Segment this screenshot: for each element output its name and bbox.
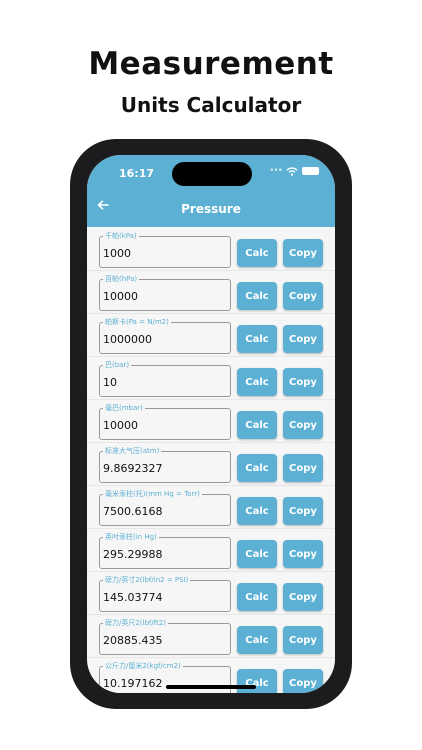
calc-button[interactable]: Calc: [237, 626, 277, 654]
unit-value: 145.03774: [103, 591, 163, 604]
unit-row-psi: 磅力/英寸2(lbf/in2 = PSI) 145.03774 Calc Cop…: [87, 571, 335, 615]
promo-title: Measurement: [88, 46, 334, 82]
copy-button[interactable]: Copy: [283, 368, 323, 396]
dynamic-island: [172, 162, 252, 186]
copy-button[interactable]: Copy: [283, 239, 323, 267]
calc-button[interactable]: Calc: [237, 540, 277, 568]
calc-button[interactable]: Calc: [237, 325, 277, 353]
unit-value: 1000000: [103, 333, 152, 346]
unit-label: 千帕(kPa): [103, 231, 139, 241]
copy-button[interactable]: Copy: [283, 669, 323, 693]
status-time: 16:17: [119, 167, 155, 180]
unit-row-inhg: 英吋汞柱(in Hg) 295.29988 Calc Copy: [87, 528, 335, 572]
unit-input[interactable]: 毫米汞柱(托)(mm Hg = Torr) 7500.6168: [99, 489, 231, 526]
unit-row-lbfft2: 磅力/英尺2(lbf/ft2) 20885.435 Calc Copy: [87, 614, 335, 658]
unit-input[interactable]: 帕斯卡(Pa = N/m2) 1000000: [99, 317, 231, 354]
promo-subtitle: Units Calculator: [120, 93, 302, 117]
unit-input[interactable]: 标准大气压(atm) 9.8692327: [99, 446, 231, 483]
unit-value: 1000: [103, 247, 131, 260]
calc-button[interactable]: Calc: [237, 411, 277, 439]
unit-input[interactable]: 毫巴(mbar) 10000: [99, 403, 231, 440]
unit-row-bar: 巴(bar) 10 Calc Copy: [87, 356, 335, 400]
app-bar: 16:17 ••• Pressure: [87, 155, 335, 227]
unit-label: 磅力/英尺2(lbf/ft2): [103, 618, 169, 628]
copy-button[interactable]: Copy: [283, 497, 323, 525]
copy-button[interactable]: Copy: [283, 540, 323, 568]
unit-input[interactable]: 磅力/英尺2(lbf/ft2) 20885.435: [99, 618, 231, 655]
calc-button[interactable]: Calc: [237, 454, 277, 482]
copy-button[interactable]: Copy: [283, 583, 323, 611]
unit-value: 10.197162: [103, 677, 163, 690]
unit-row-kpa: 千帕(kPa) 1000 Calc Copy: [87, 227, 335, 271]
unit-value: 20885.435: [103, 634, 163, 647]
unit-value: 9.8692327: [103, 462, 163, 475]
calc-button[interactable]: Calc: [237, 368, 277, 396]
unit-input[interactable]: 英吋汞柱(in Hg) 295.29988: [99, 532, 231, 569]
home-indicator[interactable]: [166, 685, 256, 689]
unit-label: 巴(bar): [103, 360, 132, 370]
unit-input[interactable]: 磅力/英寸2(lbf/in2 = PSI) 145.03774: [99, 575, 231, 612]
wifi-icon: [286, 166, 298, 176]
unit-input[interactable]: 千帕(kPa) 1000: [99, 231, 231, 268]
app-screen: 16:17 ••• Pressure 千帕(kPa) 1000 Calc Cop…: [87, 155, 335, 693]
unit-value: 295.29988: [103, 548, 163, 561]
unit-row-hpa: 百帕(hPa) 10000 Calc Copy: [87, 270, 335, 314]
unit-label: 标准大气压(atm): [103, 446, 162, 456]
copy-button[interactable]: Copy: [283, 282, 323, 310]
unit-value: 10000: [103, 290, 138, 303]
unit-value: 7500.6168: [103, 505, 163, 518]
calc-button[interactable]: Calc: [237, 497, 277, 525]
copy-button[interactable]: Copy: [283, 325, 323, 353]
copy-button[interactable]: Copy: [283, 454, 323, 482]
unit-label: 毫米汞柱(托)(mm Hg = Torr): [103, 489, 202, 499]
calc-button[interactable]: Calc: [237, 669, 277, 693]
unit-list: 千帕(kPa) 1000 Calc Copy 百帕(hPa) 10000 Cal…: [87, 227, 335, 693]
unit-value: 10: [103, 376, 117, 389]
unit-label: 磅力/英寸2(lbf/in2 = PSI): [103, 575, 191, 585]
copy-button[interactable]: Copy: [283, 411, 323, 439]
battery-icon: [302, 167, 319, 175]
unit-row-mbar: 毫巴(mbar) 10000 Calc Copy: [87, 399, 335, 443]
unit-label: 百帕(hPa): [103, 274, 140, 284]
unit-label: 毫巴(mbar): [103, 403, 145, 413]
unit-input[interactable]: 巴(bar) 10: [99, 360, 231, 397]
unit-label: 帕斯卡(Pa = N/m2): [103, 317, 171, 327]
signal-icon: •••: [269, 166, 283, 176]
unit-input[interactable]: 百帕(hPa) 10000: [99, 274, 231, 311]
copy-button[interactable]: Copy: [283, 626, 323, 654]
unit-row-mmhg: 毫米汞柱(托)(mm Hg = Torr) 7500.6168 Calc Cop…: [87, 485, 335, 529]
status-icons: •••: [269, 166, 319, 176]
unit-label: 英吋汞柱(in Hg): [103, 532, 159, 542]
phone-frame: 16:17 ••• Pressure 千帕(kPa) 1000 Calc Cop…: [70, 139, 352, 709]
unit-row-pa: 帕斯卡(Pa = N/m2) 1000000 Calc Copy: [87, 313, 335, 357]
calc-button[interactable]: Calc: [237, 583, 277, 611]
page-title: Pressure: [181, 202, 241, 216]
unit-value: 10000: [103, 419, 138, 432]
calc-button[interactable]: Calc: [237, 239, 277, 267]
unit-label: 公斤力/厘米2(kgf/cm2): [103, 661, 183, 671]
unit-row-atm: 标准大气压(atm) 9.8692327 Calc Copy: [87, 442, 335, 486]
calc-button[interactable]: Calc: [237, 282, 277, 310]
